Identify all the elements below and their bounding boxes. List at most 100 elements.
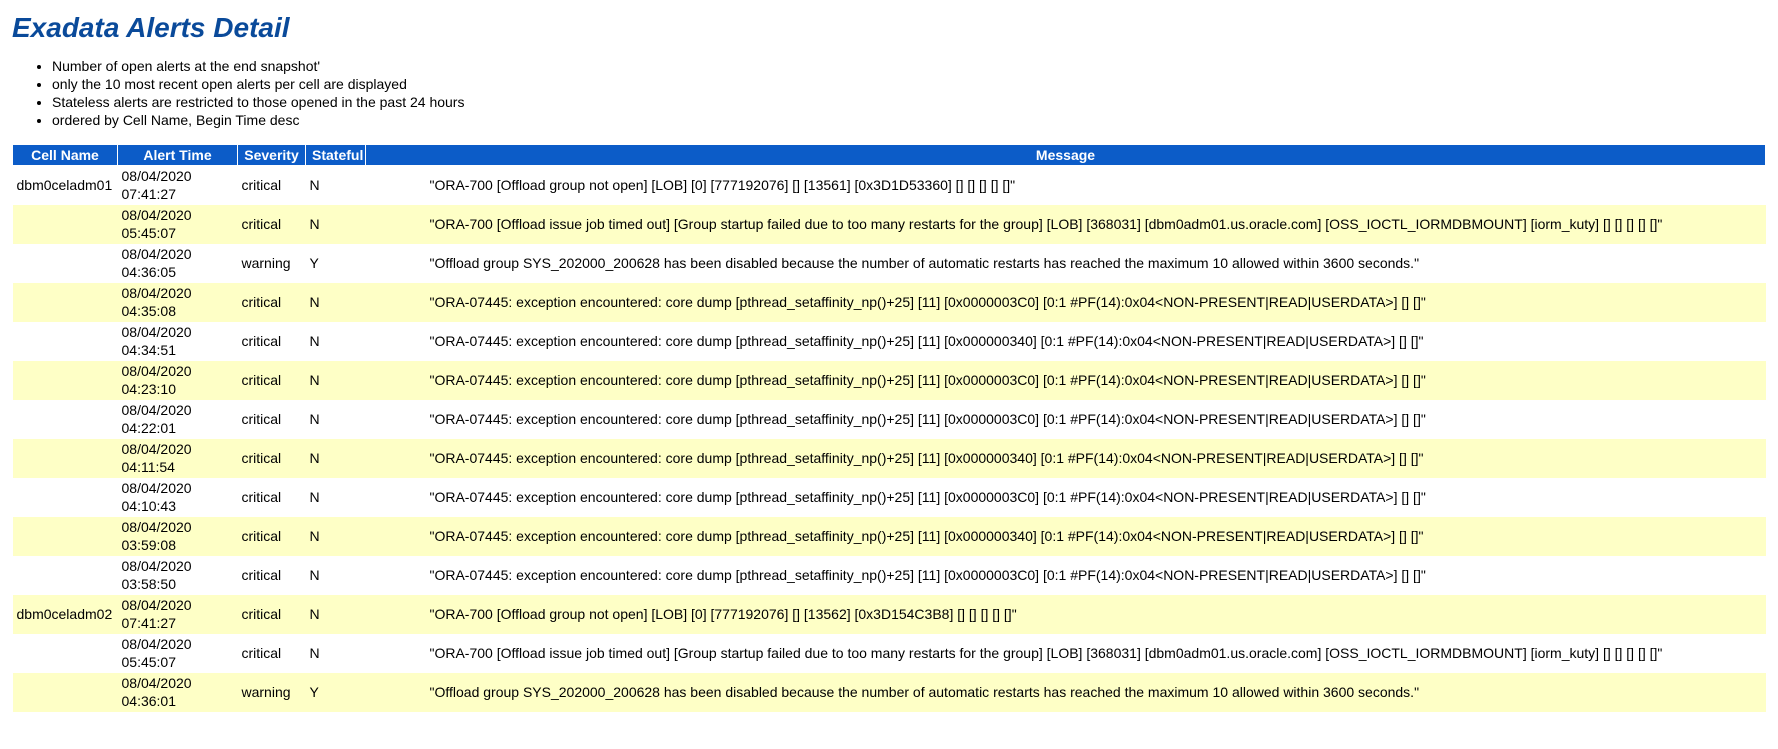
col-cell-name: Cell Name (13, 145, 118, 166)
page-title: Exadata Alerts Detail (12, 12, 1766, 44)
alert-time-cell: 08/04/2020 03:59:08 (118, 517, 238, 556)
cell-name-cell (13, 322, 118, 361)
severity-cell: critical (238, 400, 306, 439)
alert-time-cell: 08/04/2020 04:11:54 (118, 439, 238, 478)
table-row: dbm0celadm0108/04/2020 07:41:27criticalN… (13, 166, 1766, 206)
gap-cell (366, 205, 426, 244)
gap-cell (366, 634, 426, 673)
alert-time-cell: 08/04/2020 04:23:10 (118, 361, 238, 400)
cell-name-cell (13, 673, 118, 712)
gap-cell (366, 400, 426, 439)
note-item: Stateless alerts are restricted to those… (52, 94, 1766, 110)
gap-cell (366, 595, 426, 634)
alert-time-cell: 08/04/2020 03:58:50 (118, 556, 238, 595)
table-row: 08/04/2020 04:34:51criticalN "ORA-07445: … (13, 322, 1766, 361)
alert-time-cell: 08/04/2020 07:41:27 (118, 166, 238, 206)
stateful-cell: Y (306, 673, 366, 712)
table-row: 08/04/2020 05:45:07criticalN "ORA-700 [Of… (13, 634, 1766, 673)
stateful-cell: Y (306, 244, 366, 283)
note-item: Number of open alerts at the end snapsho… (52, 58, 1766, 74)
table-row: 08/04/2020 05:45:07criticalN "ORA-700 [Of… (13, 205, 1766, 244)
cell-name-cell (13, 361, 118, 400)
message-cell: "ORA-07445: exception encountered: core … (426, 400, 1766, 439)
severity-cell: critical (238, 556, 306, 595)
stateful-cell: N (306, 517, 366, 556)
message-cell: "ORA-07445: exception encountered: core … (426, 556, 1766, 595)
gap-cell (366, 439, 426, 478)
stateful-cell: N (306, 361, 366, 400)
table-row: 08/04/2020 04:35:08criticalN "ORA-07445: … (13, 283, 1766, 322)
message-cell: "ORA-07445: exception encountered: core … (426, 478, 1766, 517)
cell-name-cell (13, 556, 118, 595)
cell-name-cell (13, 244, 118, 283)
severity-cell: critical (238, 322, 306, 361)
stateful-cell: N (306, 322, 366, 361)
cell-name-cell: dbm0celadm02 (13, 595, 118, 634)
gap-cell (366, 478, 426, 517)
alert-time-cell: 08/04/2020 07:41:27 (118, 595, 238, 634)
col-severity: Severity (238, 145, 306, 166)
alert-time-cell: 08/04/2020 04:36:01 (118, 673, 238, 712)
message-cell: "ORA-700 [Offload group not open] [LOB] … (426, 595, 1766, 634)
gap-cell (366, 361, 426, 400)
table-row: 08/04/2020 04:22:01criticalN "ORA-07445: … (13, 400, 1766, 439)
cell-name-cell (13, 205, 118, 244)
severity-cell: critical (238, 283, 306, 322)
note-item: only the 10 most recent open alerts per … (52, 76, 1766, 92)
table-row: 08/04/2020 04:23:10criticalN "ORA-07445: … (13, 361, 1766, 400)
stateful-cell: N (306, 439, 366, 478)
alert-time-cell: 08/04/2020 04:10:43 (118, 478, 238, 517)
table-row: 08/04/2020 04:11:54criticalN"ORA-07445: … (13, 439, 1766, 478)
alert-time-cell: 08/04/2020 04:35:08 (118, 283, 238, 322)
severity-cell: critical (238, 439, 306, 478)
alert-time-cell: 08/04/2020 04:34:51 (118, 322, 238, 361)
message-cell: "ORA-07445: exception encountered: core … (426, 517, 1766, 556)
gap-cell (366, 673, 426, 712)
gap-cell (366, 244, 426, 283)
stateful-cell: N (306, 400, 366, 439)
message-cell: "ORA-700 [Offload issue job timed out] [… (426, 634, 1766, 673)
severity-cell: critical (238, 634, 306, 673)
severity-cell: critical (238, 595, 306, 634)
message-cell: "ORA-700 [Offload issue job timed out] [… (426, 205, 1766, 244)
severity-cell: critical (238, 361, 306, 400)
message-cell: "ORA-07445: exception encountered: core … (426, 283, 1766, 322)
alerts-table: Cell Name Alert Time Severity Stateful M… (12, 144, 1766, 712)
severity-cell: warning (238, 244, 306, 283)
alert-time-cell: 08/04/2020 05:45:07 (118, 634, 238, 673)
message-cell: "Offload group SYS_202000_200628 has bee… (426, 673, 1766, 712)
table-row: 08/04/2020 03:59:08criticalN"ORA-07445: … (13, 517, 1766, 556)
alert-time-cell: 08/04/2020 04:22:01 (118, 400, 238, 439)
stateful-cell: N (306, 478, 366, 517)
message-cell: "ORA-07445: exception encountered: core … (426, 361, 1766, 400)
message-cell: "Offload group SYS_202000_200628 has bee… (426, 244, 1766, 283)
cell-name-cell (13, 439, 118, 478)
severity-cell: critical (238, 166, 306, 206)
message-cell: "ORA-07445: exception encountered: core … (426, 322, 1766, 361)
severity-cell: warning (238, 673, 306, 712)
table-row: 08/04/2020 03:58:50criticalN "ORA-07445: … (13, 556, 1766, 595)
gap-cell (366, 166, 426, 206)
severity-cell: critical (238, 478, 306, 517)
gap-cell (366, 322, 426, 361)
col-message: Message (366, 145, 1766, 166)
gap-cell (366, 283, 426, 322)
cell-name-cell (13, 283, 118, 322)
stateful-cell: N (306, 634, 366, 673)
stateful-cell: N (306, 556, 366, 595)
note-item: ordered by Cell Name, Begin Time desc (52, 112, 1766, 128)
cell-name-cell (13, 478, 118, 517)
cell-name-cell (13, 400, 118, 439)
stateful-cell: N (306, 595, 366, 634)
col-stateful: Stateful (306, 145, 366, 166)
cell-name-cell (13, 634, 118, 673)
severity-cell: critical (238, 205, 306, 244)
cell-name-cell: dbm0celadm01 (13, 166, 118, 206)
table-row: 08/04/2020 04:36:01warningY "Offload grou… (13, 673, 1766, 712)
stateful-cell: N (306, 283, 366, 322)
gap-cell (366, 556, 426, 595)
alert-time-cell: 08/04/2020 05:45:07 (118, 205, 238, 244)
table-row: 08/04/2020 04:36:05warningY"Offload grou… (13, 244, 1766, 283)
table-header-row: Cell Name Alert Time Severity Stateful M… (13, 145, 1766, 166)
stateful-cell: N (306, 205, 366, 244)
